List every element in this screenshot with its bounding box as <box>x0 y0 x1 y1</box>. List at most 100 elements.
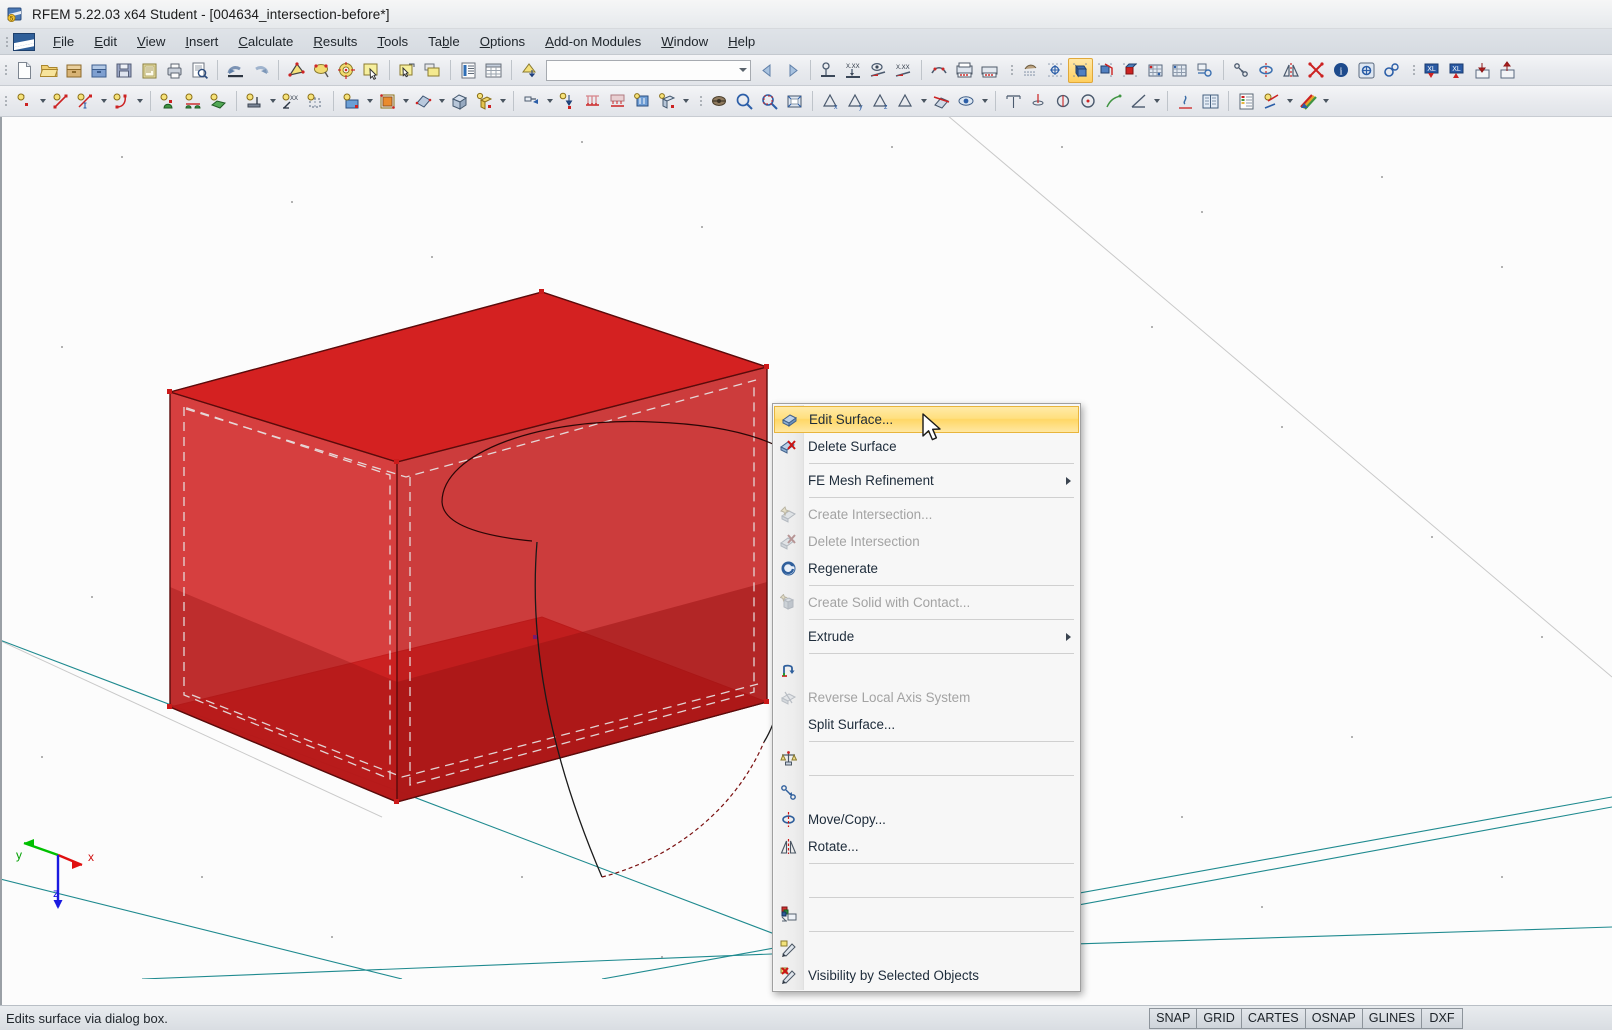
zoom-window-icon[interactable] <box>757 89 782 114</box>
menu-file[interactable]: File <box>43 31 84 52</box>
fe-mesh-detail-icon[interactable] <box>1168 58 1193 83</box>
status-cartes[interactable]: CARTES <box>1241 1008 1306 1029</box>
guide-object-icon[interactable] <box>1193 58 1218 83</box>
fe-toolbar-gripper[interactable] <box>1008 61 1016 79</box>
project-icon[interactable] <box>1304 58 1329 83</box>
pdf-import-icon[interactable] <box>1495 58 1520 83</box>
new-member-dropdown[interactable] <box>267 89 278 114</box>
export-toolbar-gripper[interactable] <box>1410 61 1418 79</box>
load-case-combo[interactable] <box>546 60 751 81</box>
snap-line-icon[interactable] <box>1026 89 1051 114</box>
new-load-icon[interactable] <box>519 89 544 114</box>
status-osnap[interactable]: OSNAP <box>1305 1008 1363 1029</box>
context-item-reverse-local-axis-system[interactable] <box>773 657 1080 684</box>
context-item-create-intersection[interactable]: Create Intersection... <box>773 501 1080 528</box>
new-solid-dropdown[interactable] <box>497 89 508 114</box>
open-folder-icon[interactable] <box>37 58 62 83</box>
new-surface-shell-dropdown[interactable] <box>436 89 447 114</box>
print-preview-icon[interactable] <box>187 58 212 83</box>
new-rect-surface-icon[interactable] <box>339 89 364 114</box>
menu-view[interactable]: View <box>127 31 175 52</box>
menu-calculate[interactable]: Calculate <box>228 31 303 52</box>
new-surface-load-icon[interactable] <box>605 89 630 114</box>
status-glines[interactable]: GLINES <box>1362 1008 1422 1029</box>
new-free-load-icon[interactable] <box>630 89 655 114</box>
new-document-icon[interactable] <box>12 58 37 83</box>
new-line-dropdown[interactable] <box>98 89 109 114</box>
dim-linear-icon[interactable] <box>1173 89 1198 114</box>
result-diagram-icon[interactable] <box>866 58 891 83</box>
snap-object-icon[interactable] <box>1001 89 1026 114</box>
info-icon[interactable]: i <box>1329 58 1354 83</box>
context-item-split-surface[interactable]: Reverse Local Axis System <box>773 684 1080 711</box>
mesh-plain-icon[interactable] <box>1018 58 1043 83</box>
context-item-create-solid-with-contact[interactable]: Create Solid with Contact... <box>773 589 1080 616</box>
printout-report-icon[interactable] <box>952 58 977 83</box>
new-polyline-dropdown[interactable] <box>134 89 145 114</box>
excel-export-icon[interactable]: XL <box>1420 58 1445 83</box>
table-view-icon[interactable] <box>1234 89 1259 114</box>
context-item-visibility-by-hiding-selected-objects[interactable]: Visibility by Selected Objects <box>773 962 1080 989</box>
load-combination-icon[interactable]: X.XX <box>841 58 866 83</box>
mirror-icon[interactable] <box>1279 58 1304 83</box>
load-case-icon[interactable] <box>816 58 841 83</box>
new-line-icon[interactable] <box>48 89 73 114</box>
clipping-plane-icon[interactable] <box>929 89 954 114</box>
context-item-rotate[interactable]: Move/Copy... <box>773 806 1080 833</box>
print-icon[interactable] <box>162 58 187 83</box>
fe-mesh-on-icon[interactable] <box>1068 58 1093 83</box>
excel-import-icon[interactable]: XL <box>1445 58 1470 83</box>
table-grid-icon[interactable] <box>481 58 506 83</box>
redo-icon[interactable] <box>248 58 273 83</box>
rotate-icon[interactable] <box>1254 58 1279 83</box>
target-view-icon[interactable] <box>334 58 359 83</box>
new-member-icon[interactable] <box>242 89 267 114</box>
zoom-extents-icon[interactable] <box>782 89 807 114</box>
menu-edit[interactable]: Edit <box>84 31 127 52</box>
move-layer-icon[interactable] <box>420 58 445 83</box>
render-model-icon[interactable] <box>284 58 309 83</box>
open-archive-icon[interactable] <box>62 58 87 83</box>
context-item-move-copy[interactable] <box>773 779 1080 806</box>
dim-dropdown[interactable] <box>1151 89 1162 114</box>
save-icon[interactable] <box>112 58 137 83</box>
new-load-dropdown[interactable] <box>544 89 555 114</box>
context-item-regenerate[interactable]: Regenerate <box>773 555 1080 582</box>
new-surface-shell-icon[interactable] <box>411 89 436 114</box>
select-window-icon[interactable] <box>395 58 420 83</box>
visibility-dropdown[interactable] <box>979 89 990 114</box>
axis-y-icon[interactable]: y <box>843 89 868 114</box>
menu-table[interactable]: Table <box>418 31 470 52</box>
zoom-icon[interactable] <box>732 89 757 114</box>
model-viewport[interactable]: y x z y x Edit Surface... <box>0 117 1612 1005</box>
fe-mesh-surface-icon[interactable] <box>1093 58 1118 83</box>
status-grid[interactable]: GRID <box>1196 1008 1241 1029</box>
rendering-options-icon[interactable] <box>309 58 334 83</box>
menu-help[interactable]: Help <box>718 31 765 52</box>
new-line-load-icon[interactable] <box>580 89 605 114</box>
dim-angular-icon[interactable] <box>1126 89 1151 114</box>
new-node-icon[interactable] <box>12 89 37 114</box>
menu-gripper[interactable] <box>3 33 11 51</box>
menu-window[interactable]: Window <box>651 31 718 52</box>
fe-mesh-solid-icon[interactable] <box>1118 58 1143 83</box>
new-member-load-icon[interactable] <box>655 89 680 114</box>
import-object-icon[interactable] <box>517 58 542 83</box>
context-item-extrude[interactable]: Extrude <box>773 623 1080 650</box>
context-item-delete-intersection[interactable]: Delete Intersection <box>773 528 1080 555</box>
view-toolbar-gripper[interactable] <box>697 92 705 110</box>
dim-vertical-icon[interactable] <box>1051 89 1076 114</box>
printout-pages-icon[interactable] <box>977 58 1002 83</box>
layers-dropdown[interactable] <box>1284 89 1295 114</box>
result-values-icon[interactable]: X.XX <box>891 58 916 83</box>
page-split-icon[interactable] <box>1198 89 1223 114</box>
axis-z-icon[interactable]: z <box>868 89 893 114</box>
new-line-div-icon[interactable] <box>73 89 98 114</box>
menu-insert[interactable]: Insert <box>175 31 228 52</box>
dim-radius-icon[interactable] <box>1101 89 1126 114</box>
fe-mesh-points-icon[interactable] <box>1143 58 1168 83</box>
settings-gears-icon[interactable] <box>1379 58 1404 83</box>
axis-auto-icon[interactable] <box>893 89 918 114</box>
clipboard-icon[interactable] <box>137 58 162 83</box>
new-quad-surface-dropdown[interactable] <box>400 89 411 114</box>
